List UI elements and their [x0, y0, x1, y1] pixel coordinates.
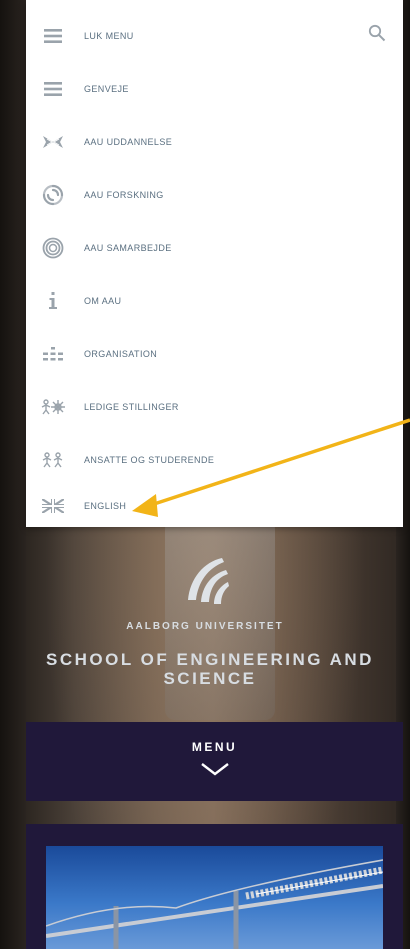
search-icon[interactable] — [368, 24, 386, 42]
university-name: AALBORG UNIVERSITET — [126, 621, 284, 632]
menu-item-about[interactable]: OM AAU — [26, 274, 403, 327]
menu-item-jobs[interactable]: LEDIGE STILLINGER — [26, 380, 403, 433]
organisation-icon — [40, 343, 66, 365]
school-name: SCHOOL OF ENGINEERING AND SCIENCE — [46, 650, 374, 688]
info-icon — [40, 290, 66, 312]
left-edge — [0, 0, 26, 949]
aau-logo[interactable] — [182, 556, 232, 612]
hamburger-icon — [40, 25, 66, 47]
menu-item-label: AAU SAMARBEJDE — [84, 242, 172, 253]
menu-item-close-menu[interactable]: LUK MENU — [26, 9, 403, 62]
menu-item-label: AAU UDDANNELSE — [84, 136, 173, 147]
collaboration-icon — [40, 237, 66, 259]
research-icon — [40, 184, 66, 206]
navigation-menu: LUK MENU GENVEJE AAU UDDANNELSE AAU FORS… — [26, 0, 403, 527]
bridge-image — [46, 846, 383, 949]
menu-item-label: ORGANISATION — [84, 348, 158, 359]
menu-item-label: LUK MENU — [84, 30, 134, 41]
menu-item-collaboration[interactable]: AAU SAMARBEJDE — [26, 221, 403, 274]
menu-item-research[interactable]: AAU FORSKNING — [26, 168, 403, 221]
menu-button[interactable]: MENU — [26, 722, 403, 801]
menu-item-shortcuts[interactable]: GENVEJE — [26, 62, 403, 115]
hamburger-icon — [40, 78, 66, 100]
menu-item-label: ANSATTE OG STUDERENDE — [84, 454, 215, 465]
people-icon — [40, 449, 66, 471]
menu-item-english[interactable]: ENGLISH — [26, 479, 403, 532]
uk-flag-icon — [40, 495, 66, 517]
menu-item-label: OM AAU — [84, 295, 122, 306]
jobs-icon — [40, 396, 66, 418]
menu-item-label: GENVEJE — [84, 83, 129, 94]
chevron-down-icon — [200, 762, 230, 776]
menu-item-label: ENGLISH — [84, 500, 127, 511]
education-icon — [40, 131, 66, 153]
menu-item-education[interactable]: AAU UDDANNELSE — [26, 115, 403, 168]
menu-item-label: LEDIGE STILLINGER — [84, 401, 179, 412]
menu-item-organisation[interactable]: ORGANISATION — [26, 327, 403, 380]
feature-card[interactable] — [26, 824, 403, 949]
menu-item-label: AAU FORSKNING — [84, 189, 164, 200]
menu-button-label: MENU — [191, 740, 238, 754]
